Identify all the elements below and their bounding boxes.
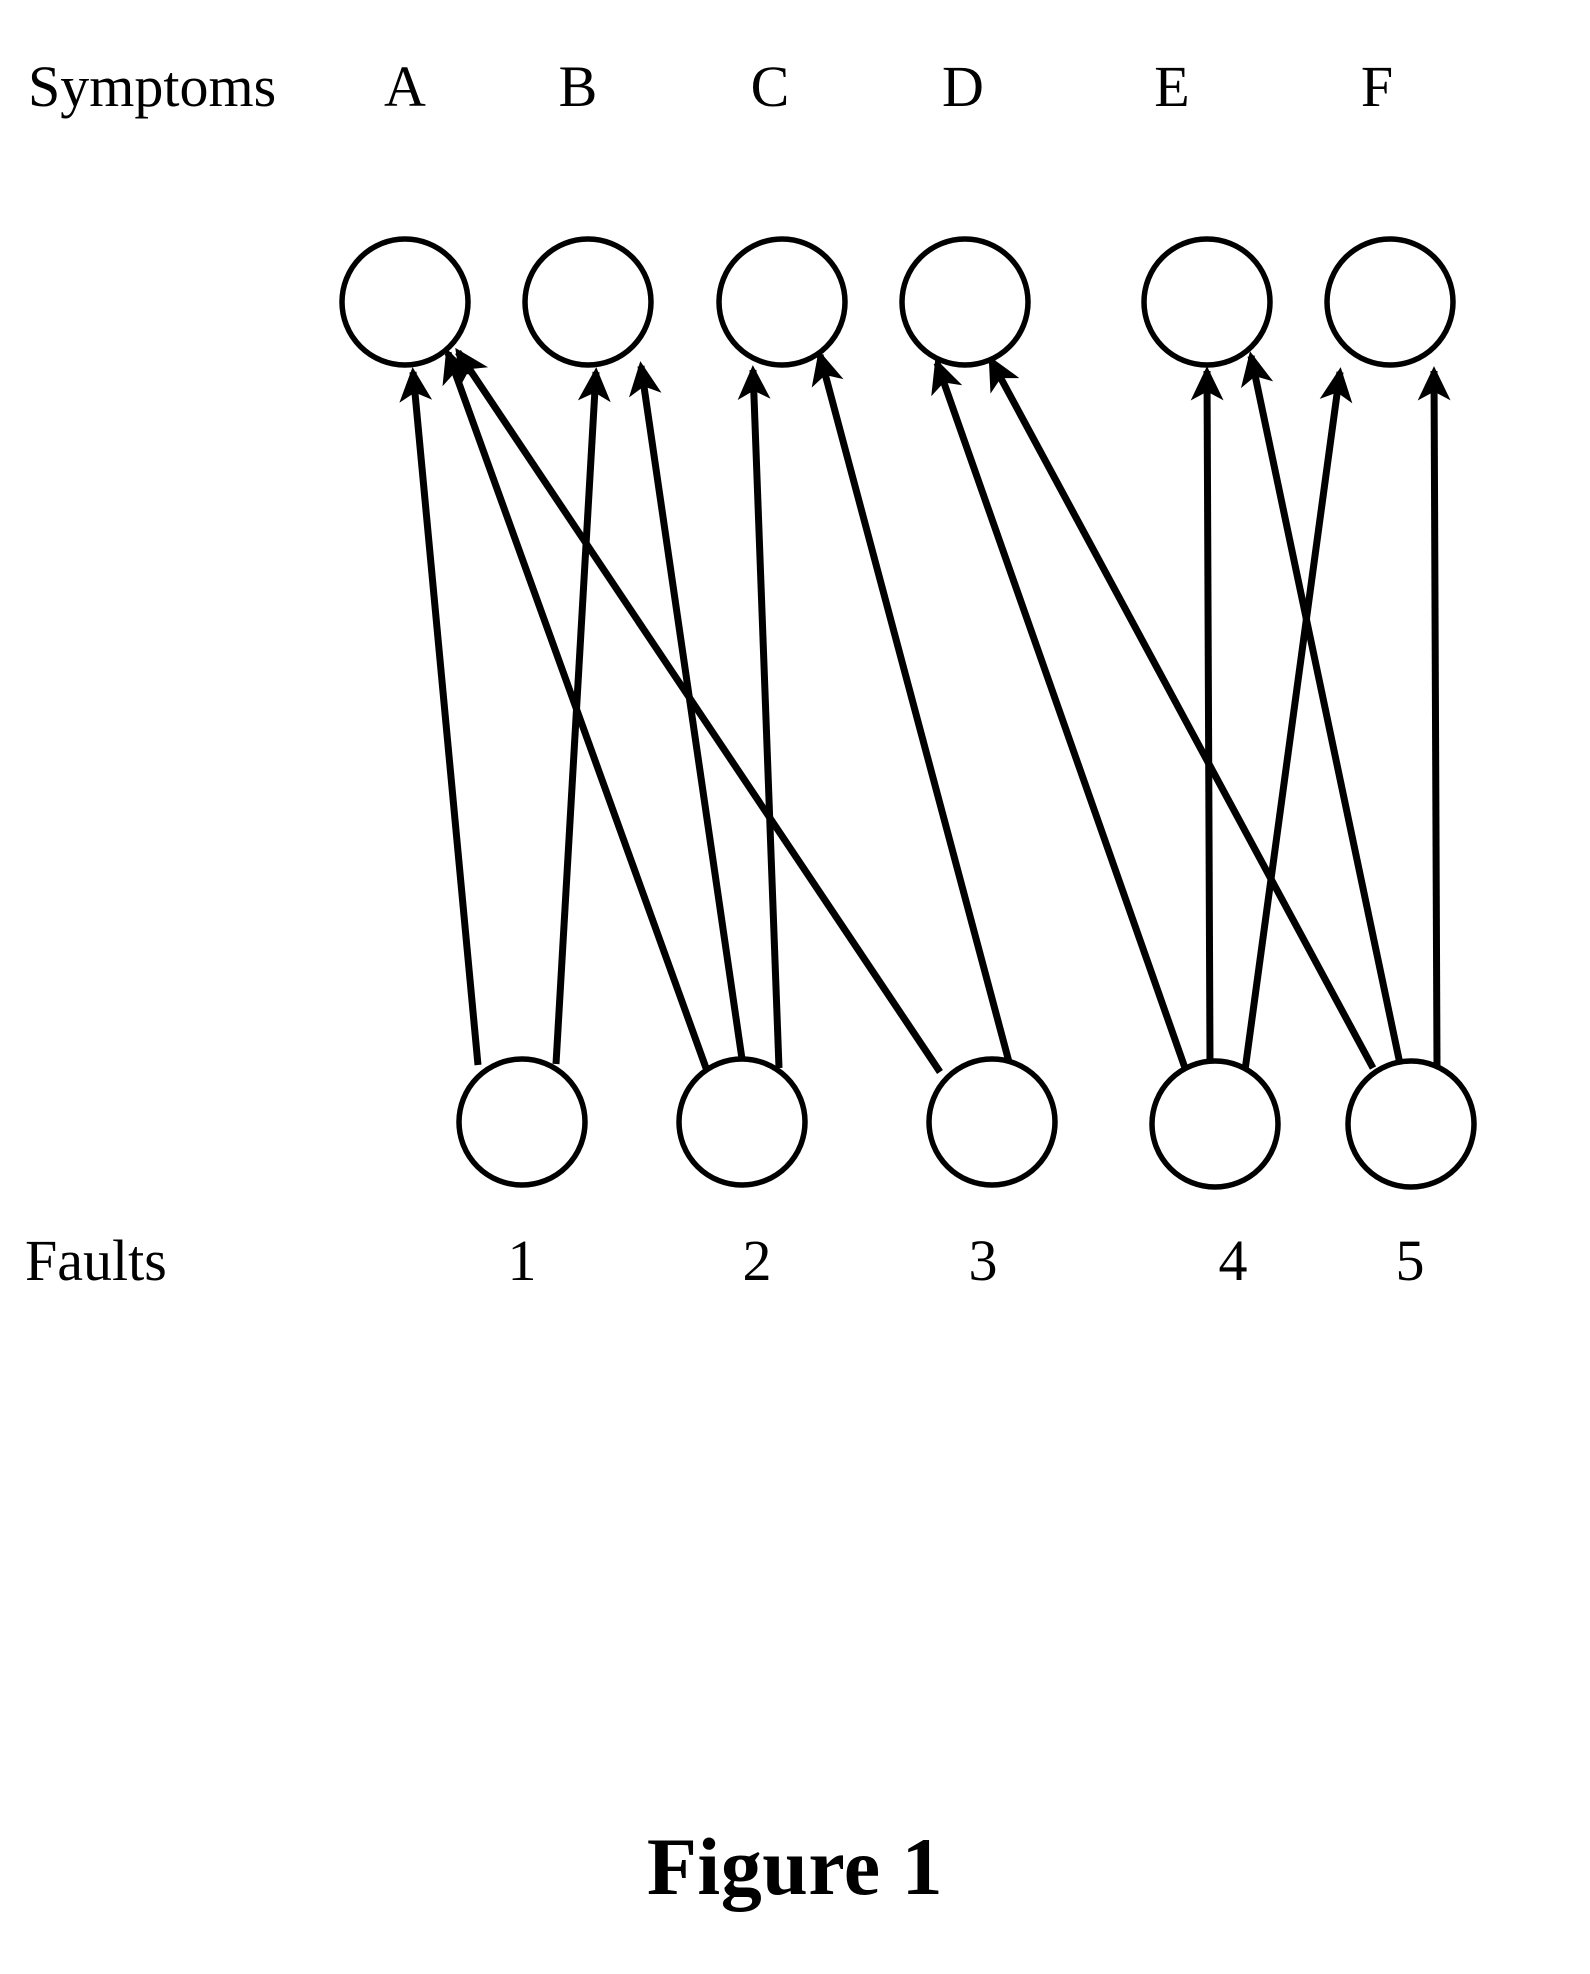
faults-row-title: Faults <box>25 1228 167 1293</box>
fault-node-label-4: 4 <box>1218 1228 1248 1293</box>
fault-node-label-3: 3 <box>968 1228 998 1293</box>
fault-nodes-group <box>456 1056 1477 1190</box>
edge-3-to-A <box>455 347 943 1074</box>
edge-3-to-C <box>811 350 1013 1063</box>
fault-node-5[interactable] <box>1345 1058 1477 1190</box>
fault-node-label-5: 5 <box>1395 1228 1425 1293</box>
edge-4-to-D <box>931 358 1189 1070</box>
bipartite-graph-canvas <box>339 236 1477 1190</box>
edge-1-to-A <box>399 367 482 1066</box>
symptom-node-label-C: C <box>750 54 790 119</box>
symptom-node-label-D: D <box>942 54 984 119</box>
symptom-node-label-B: B <box>558 54 598 119</box>
fault-node-1[interactable] <box>456 1056 588 1188</box>
fault-node-4[interactable] <box>1149 1058 1281 1190</box>
fault-node-3[interactable] <box>926 1056 1058 1188</box>
symptom-node-D[interactable] <box>899 236 1031 368</box>
symptom-nodes-group <box>339 236 1456 368</box>
edge-2-to-A <box>442 348 710 1070</box>
symptom-node-A[interactable] <box>339 236 471 368</box>
symptoms-row-title: Symptoms <box>28 54 277 119</box>
edge-2-to-C <box>737 365 783 1069</box>
figure-1-diagram: Symptoms Faults A B C D E F 1 2 3 4 5 Figure 1 <box>0 0 1590 1974</box>
fault-node-label-2: 2 <box>742 1228 772 1293</box>
fault-node-2[interactable] <box>676 1056 808 1188</box>
edge-4-to-E <box>1190 366 1224 1063</box>
edge-5-to-D <box>987 355 1377 1070</box>
edge-2-to-B <box>628 361 746 1060</box>
symptom-node-B[interactable] <box>522 236 654 368</box>
symptom-node-E[interactable] <box>1141 236 1273 368</box>
symptom-node-C[interactable] <box>716 236 848 368</box>
edges-group <box>399 347 1451 1086</box>
figure-caption: Figure 1 <box>646 1821 944 1912</box>
symptom-node-label-A: A <box>384 54 426 119</box>
edge-5-to-F <box>1417 366 1451 1067</box>
symptom-node-label-F: F <box>1360 54 1394 119</box>
symptom-node-F[interactable] <box>1324 236 1456 368</box>
symptom-node-label-E: E <box>1154 54 1190 119</box>
fault-node-label-1: 1 <box>507 1228 537 1293</box>
